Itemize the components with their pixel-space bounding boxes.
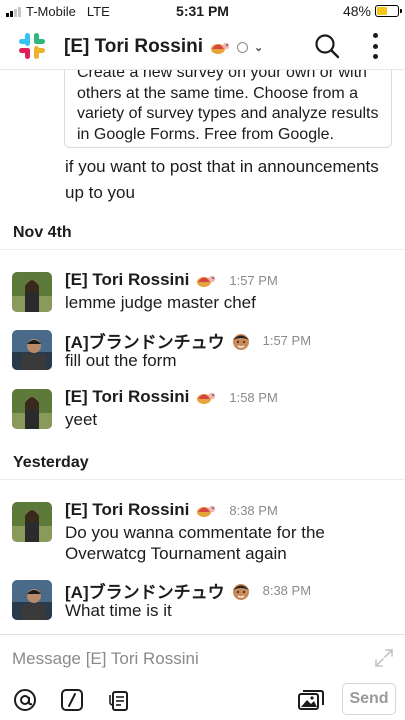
avatar[interactable] bbox=[12, 502, 52, 542]
date-label: Nov 4th bbox=[13, 224, 72, 241]
message-timestamp: 8:38 PM bbox=[262, 583, 312, 598]
avatar[interactable] bbox=[12, 389, 52, 429]
date-divider: Nov 4th bbox=[0, 220, 405, 250]
presence-away-icon bbox=[236, 41, 248, 53]
link-preview-card[interactable]: Create a new survey on your own or with … bbox=[64, 70, 392, 148]
message-timestamp: 1:58 PM bbox=[229, 389, 278, 405]
message-input[interactable]: Message [E] Tori Rossini bbox=[12, 649, 199, 669]
photo-library-icon[interactable] bbox=[297, 687, 325, 713]
status-bar: T-Mobile LTE 5:31 PM 48% bbox=[0, 0, 405, 22]
more-options-icon[interactable] bbox=[371, 33, 379, 59]
link-preview-text: Create a new survey on your own or with … bbox=[77, 70, 379, 143]
chevron-down-icon: ⌄ bbox=[253, 41, 264, 54]
avatar[interactable] bbox=[12, 580, 52, 620]
message-text: What time is it bbox=[65, 601, 172, 620]
message-text: fill out the form bbox=[65, 351, 177, 370]
turtle-emoji-icon bbox=[197, 392, 216, 404]
message-author[interactable]: [E] Tori Rossini bbox=[65, 387, 189, 407]
turtle-emoji-icon bbox=[197, 505, 216, 517]
message-text: yeet bbox=[65, 410, 98, 429]
avatar[interactable] bbox=[12, 330, 52, 370]
expand-icon[interactable] bbox=[373, 647, 395, 669]
message-timestamp: 8:38 PM bbox=[229, 502, 278, 518]
message-timestamp: 1:57 PM bbox=[262, 333, 312, 348]
search-icon[interactable] bbox=[313, 32, 341, 60]
turtle-emoji-icon bbox=[210, 42, 230, 54]
send-button[interactable]: Send bbox=[342, 683, 396, 715]
channel-title-button[interactable]: [E] Tori Rossini ⌄ bbox=[64, 36, 263, 58]
slash-command-icon[interactable] bbox=[59, 687, 85, 713]
battery-icon bbox=[375, 5, 402, 17]
date-divider: Yesterday bbox=[0, 450, 405, 480]
message-author[interactable]: [E] Tori Rossini bbox=[65, 270, 189, 290]
mention-icon[interactable] bbox=[12, 687, 38, 713]
channel-header: [E] Tori Rossini ⌄ bbox=[0, 22, 405, 70]
message-list[interactable]: Create a new survey on your own or with … bbox=[0, 70, 405, 634]
slack-logo-icon[interactable] bbox=[16, 30, 48, 62]
message-text: if you want to post that in announcement… bbox=[65, 157, 379, 202]
avatar[interactable] bbox=[12, 272, 52, 312]
date-label: Yesterday bbox=[13, 454, 89, 471]
turtle-emoji-icon bbox=[197, 275, 216, 287]
message-composer: Message [E] Tori Rossini Send bbox=[0, 634, 405, 720]
battery-percent: 48% bbox=[342, 3, 371, 19]
message-text: lemme judge master chef bbox=[65, 293, 256, 312]
face-emoji-icon bbox=[232, 583, 249, 600]
battery-info: 48% bbox=[342, 3, 402, 19]
message-author[interactable]: [E] Tori Rossini bbox=[65, 500, 189, 520]
message-text: Do you wanna commentate for the Overwatc… bbox=[65, 523, 325, 563]
attach-file-icon[interactable] bbox=[106, 687, 132, 713]
channel-title: [E] Tori Rossini bbox=[64, 36, 203, 57]
message-timestamp: 1:57 PM bbox=[229, 272, 278, 288]
face-emoji-icon bbox=[232, 333, 249, 350]
